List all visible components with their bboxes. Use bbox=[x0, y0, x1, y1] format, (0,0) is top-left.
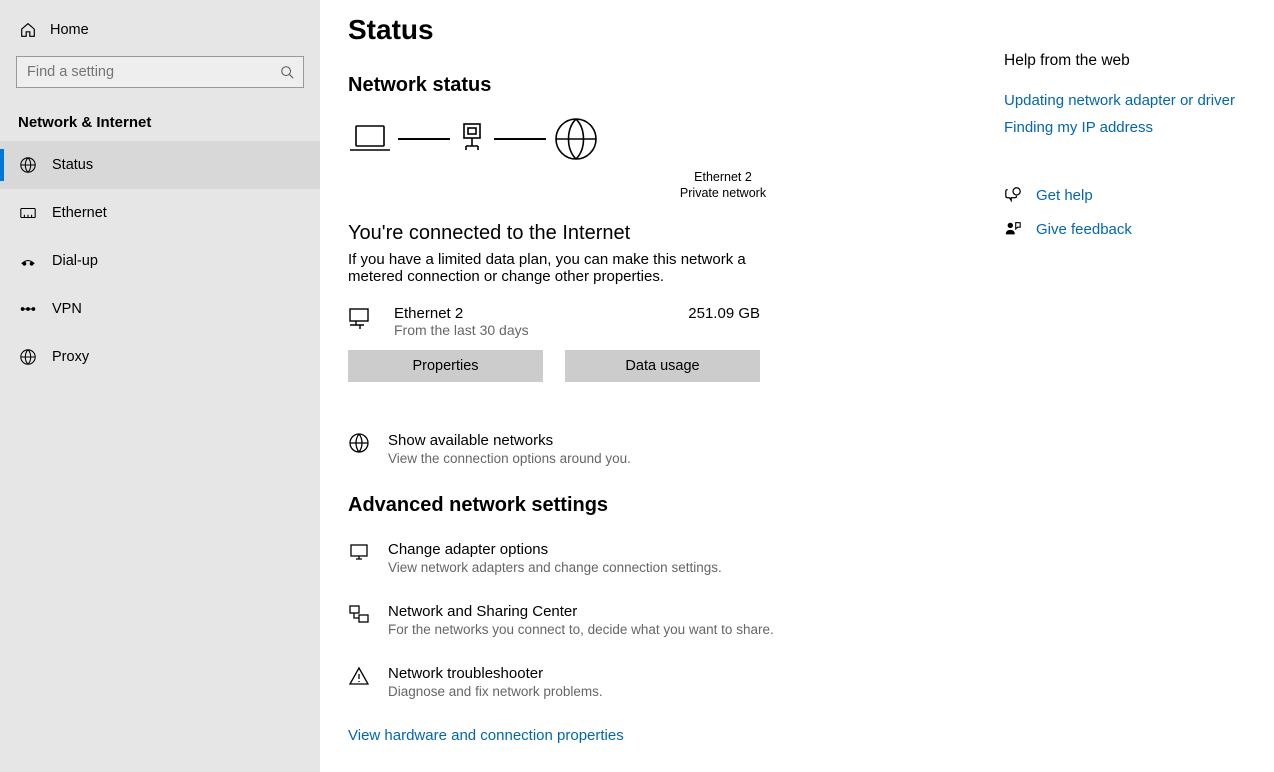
properties-button[interactable]: Properties bbox=[348, 350, 543, 382]
sidebar-item-dialup[interactable]: Dial-up bbox=[0, 237, 320, 285]
button-row: Properties Data usage bbox=[348, 350, 976, 382]
sidebar-item-proxy[interactable]: Proxy bbox=[0, 333, 320, 381]
sidebar-item-label: Status bbox=[52, 157, 93, 173]
network-status-heading: Network status bbox=[348, 74, 976, 97]
help-icon bbox=[1004, 186, 1022, 204]
ethernet-adapter-icon bbox=[348, 305, 376, 333]
adapter-row: Ethernet 2 From the last 30 days 251.09 … bbox=[348, 305, 760, 338]
search-wrap bbox=[0, 48, 320, 96]
aside-title: Help from the web bbox=[1004, 52, 1258, 70]
network-troubleshooter[interactable]: Network troubleshooter Diagnose and fix … bbox=[348, 665, 976, 699]
connected-desc: If you have a limited data plan, you can… bbox=[348, 251, 778, 285]
sidebar-item-label: VPN bbox=[52, 301, 82, 317]
sidebar-item-label: Proxy bbox=[52, 349, 89, 365]
status-icon bbox=[18, 155, 38, 175]
network-sharing-center[interactable]: Network and Sharing Center For the netwo… bbox=[348, 603, 976, 637]
show-available-networks[interactable]: Show available networks View the connect… bbox=[348, 432, 976, 466]
option-title: Show available networks bbox=[388, 432, 631, 449]
help-link-find-ip[interactable]: Finding my IP address bbox=[1004, 119, 1258, 136]
data-usage-value: 251.09 GB bbox=[688, 305, 760, 322]
globe-icon bbox=[552, 115, 600, 163]
give-feedback-label: Give feedback bbox=[1036, 221, 1132, 238]
network-type: Private network bbox=[470, 185, 976, 201]
option-title: Change adapter options bbox=[388, 541, 722, 558]
view-hardware-link[interactable]: View hardware and connection properties bbox=[348, 727, 976, 744]
warning-icon bbox=[348, 665, 370, 687]
connection-line bbox=[398, 138, 450, 140]
feedback-icon bbox=[1004, 220, 1022, 238]
globe-icon bbox=[348, 432, 370, 454]
sidebar-item-label: Ethernet bbox=[52, 205, 107, 221]
sharing-icon bbox=[348, 603, 370, 625]
ethernet-icon bbox=[18, 203, 38, 223]
option-title: Network and Sharing Center bbox=[388, 603, 774, 620]
option-desc: View the connection options around you. bbox=[388, 451, 631, 466]
data-usage-button[interactable]: Data usage bbox=[565, 350, 760, 382]
router-icon bbox=[456, 120, 488, 158]
home-label: Home bbox=[50, 22, 89, 38]
adapter-name: Ethernet 2 bbox=[394, 305, 670, 322]
sidebar-item-ethernet[interactable]: Ethernet bbox=[0, 189, 320, 237]
diagram-caption: Ethernet 2 Private network bbox=[470, 169, 976, 202]
proxy-icon bbox=[18, 347, 38, 367]
vpn-icon bbox=[18, 299, 38, 319]
home-button[interactable]: Home bbox=[0, 12, 320, 48]
adapter-sub: From the last 30 days bbox=[394, 322, 670, 338]
adapter-name: Ethernet 2 bbox=[470, 169, 976, 185]
connected-title: You're connected to the Internet bbox=[348, 222, 976, 245]
get-help-link[interactable]: Get help bbox=[1004, 186, 1258, 204]
aside: Help from the web Updating network adapt… bbox=[1004, 0, 1274, 772]
sidebar-item-vpn[interactable]: VPN bbox=[0, 285, 320, 333]
connection-line bbox=[494, 138, 546, 140]
search-input[interactable] bbox=[16, 56, 304, 88]
change-adapter-options[interactable]: Change adapter options View network adap… bbox=[348, 541, 976, 575]
sidebar-item-label: Dial-up bbox=[52, 253, 98, 269]
dialup-icon bbox=[18, 251, 38, 271]
option-desc: For the networks you connect to, decide … bbox=[388, 622, 774, 637]
option-desc: View network adapters and change connect… bbox=[388, 560, 722, 575]
help-link-update-adapter[interactable]: Updating network adapter or driver bbox=[1004, 92, 1258, 109]
sidebar-item-status[interactable]: Status bbox=[0, 141, 320, 189]
home-icon bbox=[18, 20, 38, 40]
advanced-heading: Advanced network settings bbox=[348, 494, 976, 517]
page-title: Status bbox=[348, 14, 976, 46]
main-content: Status Network status Ethernet 2 Private… bbox=[320, 0, 1004, 772]
network-diagram bbox=[348, 115, 976, 163]
get-help-label: Get help bbox=[1036, 187, 1093, 204]
adapter-icon bbox=[348, 541, 370, 563]
laptop-icon bbox=[348, 120, 392, 158]
option-desc: Diagnose and fix network problems. bbox=[388, 684, 603, 699]
option-title: Network troubleshooter bbox=[388, 665, 603, 682]
section-title: Network & Internet bbox=[0, 96, 320, 141]
sidebar: Home Network & Internet Status Ethernet bbox=[0, 0, 320, 772]
give-feedback-link[interactable]: Give feedback bbox=[1004, 220, 1258, 238]
